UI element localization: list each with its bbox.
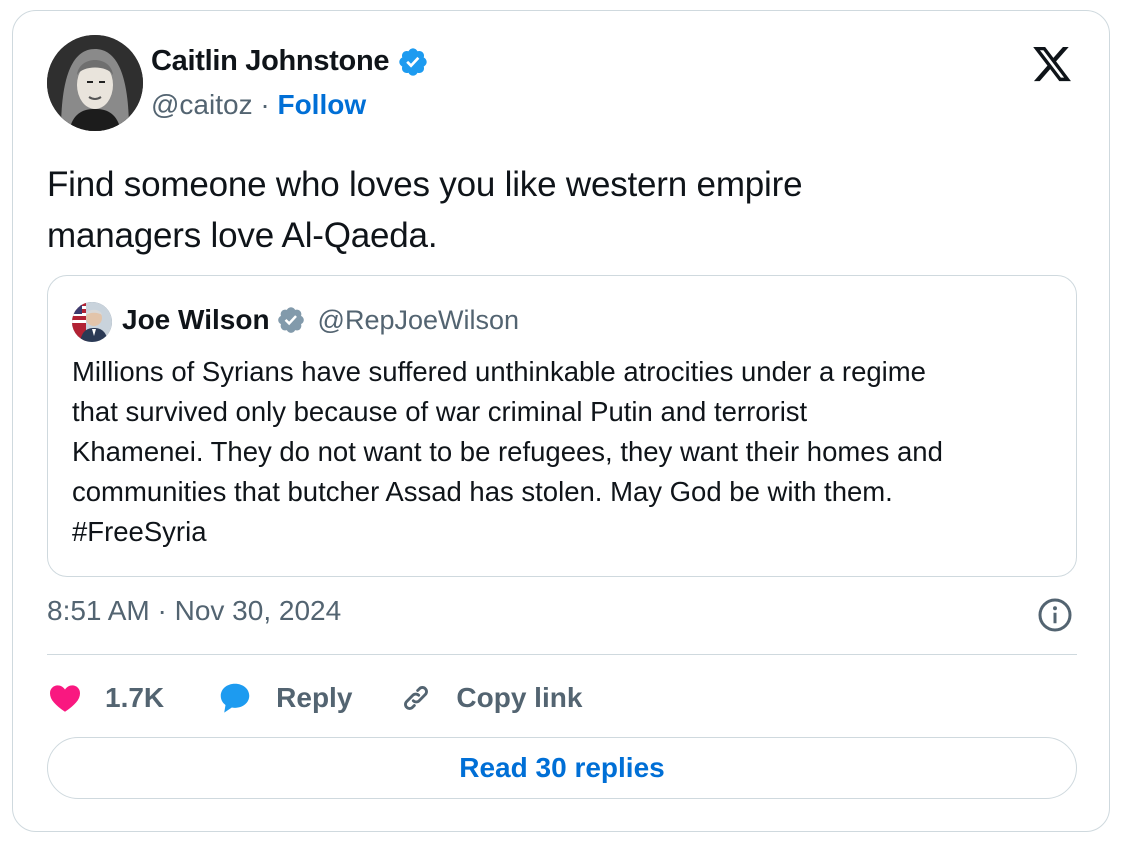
- tweet-text-line: managers love Al-Qaeda.: [47, 216, 438, 255]
- quoted-author-name[interactable]: Joe Wilson: [122, 304, 270, 336]
- quoted-author-handle[interactable]: @RepJoeWilson: [318, 305, 520, 336]
- quoted-author-avatar[interactable]: [72, 302, 112, 342]
- speech-bubble-icon: [220, 683, 250, 713]
- quoted-text-line: that survived only because of war crimin…: [72, 396, 808, 427]
- quoted-tweet[interactable]: Joe Wilson @RepJoeWilson Millions of Syr…: [47, 275, 1077, 577]
- tweet-text: Find someone who loves you like western …: [47, 159, 1047, 261]
- quoted-tweet-text: Millions of Syrians have suffered unthin…: [72, 352, 1062, 552]
- author-name-row: Caitlin Johnstone: [151, 45, 429, 78]
- author-display-name[interactable]: Caitlin Johnstone: [151, 45, 389, 78]
- reply-button[interactable]: Reply: [216, 679, 352, 717]
- read-replies-button[interactable]: Read 30 replies: [47, 737, 1077, 799]
- author-handle-row: @caitoz · Follow: [151, 89, 366, 121]
- author-handle[interactable]: @caitoz: [151, 89, 253, 120]
- reply-label: Reply: [276, 682, 353, 713]
- quoted-author-row: Joe Wilson @RepJoeWilson: [122, 304, 519, 336]
- quoted-text-line: Millions of Syrians have suffered unthin…: [72, 356, 926, 387]
- like-button[interactable]: 1.7K: [47, 680, 164, 716]
- copy-link-label: Copy link: [456, 682, 583, 713]
- quoted-text-line: Khamenei. They do not want to be refugee…: [72, 436, 943, 467]
- government-verified-badge-icon: [277, 307, 304, 333]
- quoted-text-line: #FreeSyria: [72, 516, 207, 547]
- tweet-timestamp[interactable]: 8:51 AM · Nov 30, 2024: [47, 595, 341, 627]
- tweet-embed-card: Caitlin Johnstone @caitoz · Follow Find …: [12, 10, 1110, 832]
- heart-icon: [50, 685, 80, 712]
- author-avatar[interactable]: [47, 35, 143, 131]
- divider: [47, 654, 1077, 655]
- handle-separator: ·: [260, 89, 278, 120]
- copy-link-button[interactable]: Copy link: [398, 680, 582, 716]
- link-icon: [404, 686, 429, 710]
- verified-badge-icon: [399, 47, 427, 76]
- like-count: 1.7K: [105, 682, 165, 713]
- info-icon[interactable]: [1037, 597, 1073, 633]
- follow-button[interactable]: Follow: [277, 89, 366, 120]
- tweet-text-line: Find someone who loves you like western …: [47, 165, 803, 204]
- quoted-text-line: communities that butcher Assad has stole…: [72, 476, 893, 507]
- x-logo-icon[interactable]: [1029, 43, 1075, 85]
- action-bar: 1.7K Reply Copy link: [47, 675, 582, 721]
